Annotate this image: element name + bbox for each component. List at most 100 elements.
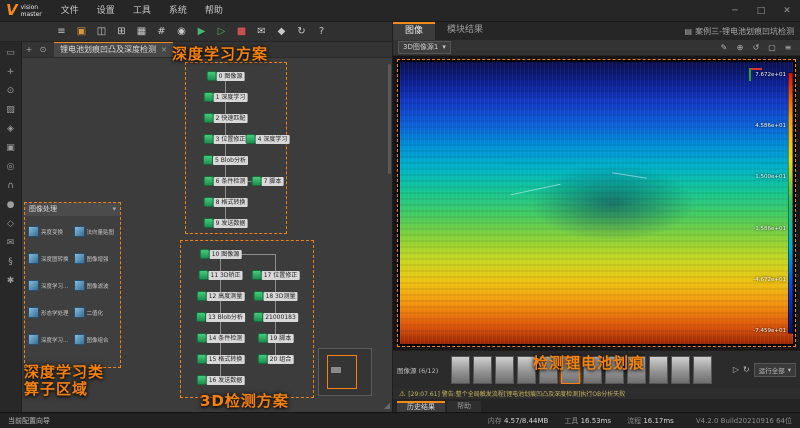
deep-learning-icon[interactable]: ◈ xyxy=(2,121,20,138)
flow-node[interactable]: 15 格式转换 xyxy=(197,354,245,364)
menu-item[interactable]: 帮助 xyxy=(196,0,232,22)
flow-node[interactable]: 8 格式转换 xyxy=(204,197,248,207)
flow-node[interactable]: 17 位置修正 xyxy=(252,270,300,280)
colorbar-label: 1.500e+01 xyxy=(755,174,786,181)
image-viewport[interactable]: 7.672e+01 4.586e+01 1.500e+01 -1.586e+01 -4.… xyxy=(393,56,800,350)
operator-item[interactable]: 二值化 xyxy=(73,307,118,318)
module-label: 0 图像源 xyxy=(216,71,245,81)
operator-item[interactable]: 深度学习训练 xyxy=(28,280,72,291)
operator-item[interactable]: 图像滤波 xyxy=(73,280,118,291)
flow-node[interactable]: 18 3D测量 xyxy=(254,291,298,301)
pointer-tool-icon[interactable]: ▭ xyxy=(2,45,20,62)
image-source-select[interactable]: 3D图像源1 ▾ xyxy=(398,41,451,54)
script-tool-icon[interactable]: § xyxy=(2,254,20,271)
menu-icon[interactable]: ≡ xyxy=(52,22,71,42)
flow-node[interactable]: 3 位置修正 xyxy=(204,134,248,144)
run-once-icon[interactable]: ▷ xyxy=(212,22,231,42)
filmstrip-thumbnail[interactable] xyxy=(495,355,514,384)
image-source-icon[interactable]: ▧ xyxy=(2,102,20,119)
bottom-tab[interactable]: 帮助 xyxy=(447,401,481,412)
location-tool-icon[interactable]: ◎ xyxy=(2,159,20,176)
config-wizard-link[interactable]: 当前配置向导 xyxy=(8,416,50,426)
settings-tool-icon[interactable]: ✱ xyxy=(2,273,20,290)
pan-canvas-icon[interactable]: + xyxy=(22,45,36,54)
filmstrip-thumbnail[interactable] xyxy=(671,355,690,384)
operator-item[interactable]: 法向量贴图 xyxy=(73,226,118,237)
operator-item[interactable]: 深度学习推理 xyxy=(28,334,72,345)
marker-icon[interactable]: ◆ xyxy=(272,22,291,42)
flow-node[interactable]: 16 发送数据 xyxy=(197,375,245,385)
flow-node[interactable]: 19 脚本 xyxy=(258,333,294,343)
filmstrip-thumbnail[interactable] xyxy=(451,355,470,384)
menu-item[interactable]: 系统 xyxy=(160,0,196,22)
comm-tool-icon[interactable]: ✉ xyxy=(2,235,20,252)
menu-item[interactable]: 设置 xyxy=(88,0,124,22)
flow-canvas[interactable]: + ⊙ 锂电池划痕凹凸及深度检测 ✕ 0 图像源 1 深度学习 2 快速匹配 3 位置修… xyxy=(22,42,392,412)
zoom-tool-icon[interactable]: ⊙ xyxy=(2,83,20,100)
flow-node[interactable]: 14 条件检测 xyxy=(197,333,245,343)
refresh-icon[interactable]: ↻ xyxy=(292,22,311,42)
flow-node[interactable]: 1 深度学习 xyxy=(204,92,248,102)
operator-panel-header[interactable]: 图像处理 ▾ xyxy=(25,203,120,216)
flow-node[interactable]: 21000183 xyxy=(254,312,298,322)
rp-tab[interactable]: 模块结果 xyxy=(435,22,495,40)
crosshair-icon[interactable]: ⊕ xyxy=(733,43,747,52)
filmstrip-thumbnail[interactable] xyxy=(693,355,712,384)
save-solution-icon[interactable]: ◫ xyxy=(92,22,111,42)
flow-node[interactable]: 7 脚本 xyxy=(252,176,284,186)
resize-grip-icon[interactable]: ◢ xyxy=(384,401,390,410)
filmstrip-thumbnail[interactable] xyxy=(649,355,668,384)
flow-node[interactable]: 12 高度测量 xyxy=(197,291,245,301)
maximize-button[interactable]: □ xyxy=(748,0,774,22)
warning-text: [29:07.61] 警告:整个全局触发流程[锂电池划痕凹凸及深度检测]执行OB… xyxy=(408,391,626,398)
help-icon[interactable]: ? xyxy=(312,22,331,42)
operator-item[interactable]: 图像增强 xyxy=(73,253,118,264)
run-all-icon[interactable]: ▶ xyxy=(192,22,211,42)
logic-tool-icon[interactable]: ◇ xyxy=(2,216,20,233)
more-view-icon[interactable]: ≡ xyxy=(781,43,795,52)
match-tool-icon[interactable]: ▣ xyxy=(2,140,20,157)
zoom-canvas-icon[interactable]: ⊙ xyxy=(36,45,50,54)
operator-item[interactable]: 图像组合 xyxy=(73,334,118,345)
blob-tool-icon[interactable]: ● xyxy=(2,197,20,214)
operator-item[interactable]: 形态学处理 xyxy=(28,307,72,318)
operator-item[interactable]: 亮度变换 xyxy=(28,226,72,237)
new-flow-icon[interactable]: ⊞ xyxy=(112,22,131,42)
filmstrip-thumbnail[interactable] xyxy=(473,355,492,384)
open-solution-icon[interactable]: ▣ xyxy=(72,22,91,42)
pan-tool-icon[interactable]: + xyxy=(2,64,20,81)
record-icon[interactable]: ◉ xyxy=(172,22,191,42)
close-button[interactable]: ✕ xyxy=(774,0,800,22)
flow-node[interactable]: 5 Blob分析 xyxy=(204,155,248,165)
minimize-button[interactable]: ─ xyxy=(722,0,748,22)
flow-node[interactable]: 6 条件检测 xyxy=(204,176,248,186)
run-mode-select[interactable]: 运行全部 ▾ xyxy=(753,362,796,377)
canvas-vertical-scrollbar[interactable] xyxy=(388,64,391,174)
stop-icon[interactable]: ■ xyxy=(232,22,251,42)
flow-node[interactable]: 9 发送数据 xyxy=(204,218,248,228)
flow-node[interactable]: 10 图像源 xyxy=(200,249,242,259)
operator-item[interactable]: 深度图转换 xyxy=(28,253,72,264)
menu-item[interactable]: 工具 xyxy=(124,0,160,22)
flow-node[interactable]: 13 Blob分析 xyxy=(197,312,245,322)
canvas-minimap[interactable] xyxy=(318,348,372,396)
flow-node[interactable]: 11 3D矫正 xyxy=(199,270,243,280)
rp-tab[interactable]: 图像 xyxy=(393,22,436,40)
menu-item[interactable]: 文件 xyxy=(52,0,88,22)
flow-node[interactable]: 20 组合 xyxy=(258,354,294,364)
edit-overlay-icon[interactable]: ✎ xyxy=(717,43,731,52)
flow-tab[interactable]: 锂电池划痕凹凸及深度检测 ✕ xyxy=(54,42,173,57)
bottom-tab[interactable]: 历史结果 xyxy=(397,401,445,412)
close-tab-icon[interactable]: ✕ xyxy=(161,43,167,57)
grid-view-icon[interactable]: # xyxy=(152,22,171,42)
play-icon[interactable]: ▷ xyxy=(733,365,739,374)
loop-icon[interactable]: ↻ xyxy=(743,365,750,374)
fit-view-icon[interactable]: ▢ xyxy=(765,43,779,52)
measure-tool-icon[interactable]: ∩ xyxy=(2,178,20,195)
flow-node[interactable]: 0 图像源 xyxy=(207,71,245,81)
undo-view-icon[interactable]: ↺ xyxy=(749,43,763,52)
message-icon[interactable]: ✉ xyxy=(252,22,271,42)
flow-node[interactable]: 2 快速匹配 xyxy=(204,113,248,123)
module-list-icon[interactable]: ▦ xyxy=(132,22,151,42)
flow-node[interactable]: 4 深度学习 xyxy=(246,134,290,144)
